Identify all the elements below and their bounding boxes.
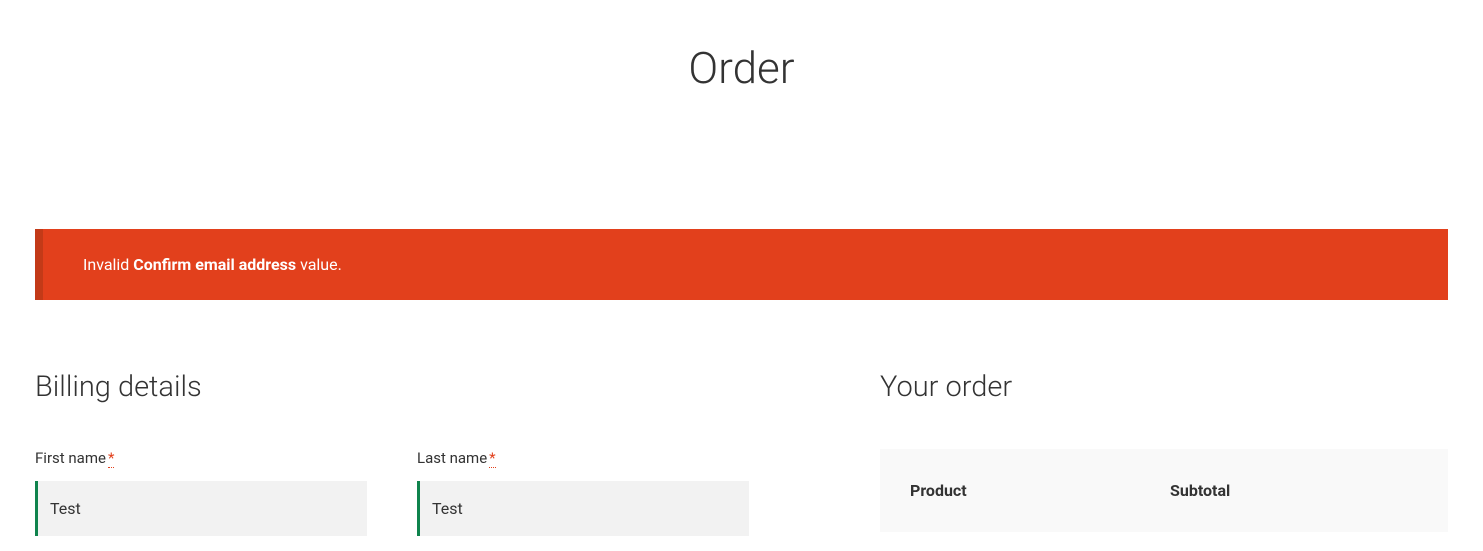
error-bold: Confirm email address	[133, 255, 296, 274]
last-name-field[interactable]	[417, 481, 749, 536]
column-header-subtotal: Subtotal	[1170, 481, 1418, 500]
error-prefix: Invalid	[83, 255, 133, 274]
error-suffix: value.	[296, 255, 342, 274]
order-table-header: Product Subtotal	[880, 449, 1448, 532]
first-name-label-text: First name	[35, 449, 106, 467]
first-name-field[interactable]	[35, 481, 367, 536]
page-title: Order	[35, 42, 1448, 94]
last-name-field-group: Last name*	[417, 449, 749, 536]
first-name-label: First name*	[35, 449, 367, 467]
column-header-product: Product	[910, 481, 1170, 500]
billing-heading: Billing details	[35, 370, 820, 404]
required-mark: *	[108, 449, 114, 468]
billing-section: Billing details First name* Last name*	[35, 370, 820, 536]
order-section: Your order Product Subtotal	[880, 370, 1448, 536]
last-name-label: Last name*	[417, 449, 749, 467]
error-banner: Invalid Confirm email address value.	[35, 229, 1448, 300]
order-heading: Your order	[880, 370, 1448, 404]
last-name-label-text: Last name	[417, 449, 487, 467]
first-name-field-group: First name*	[35, 449, 367, 536]
required-mark: *	[489, 449, 495, 468]
